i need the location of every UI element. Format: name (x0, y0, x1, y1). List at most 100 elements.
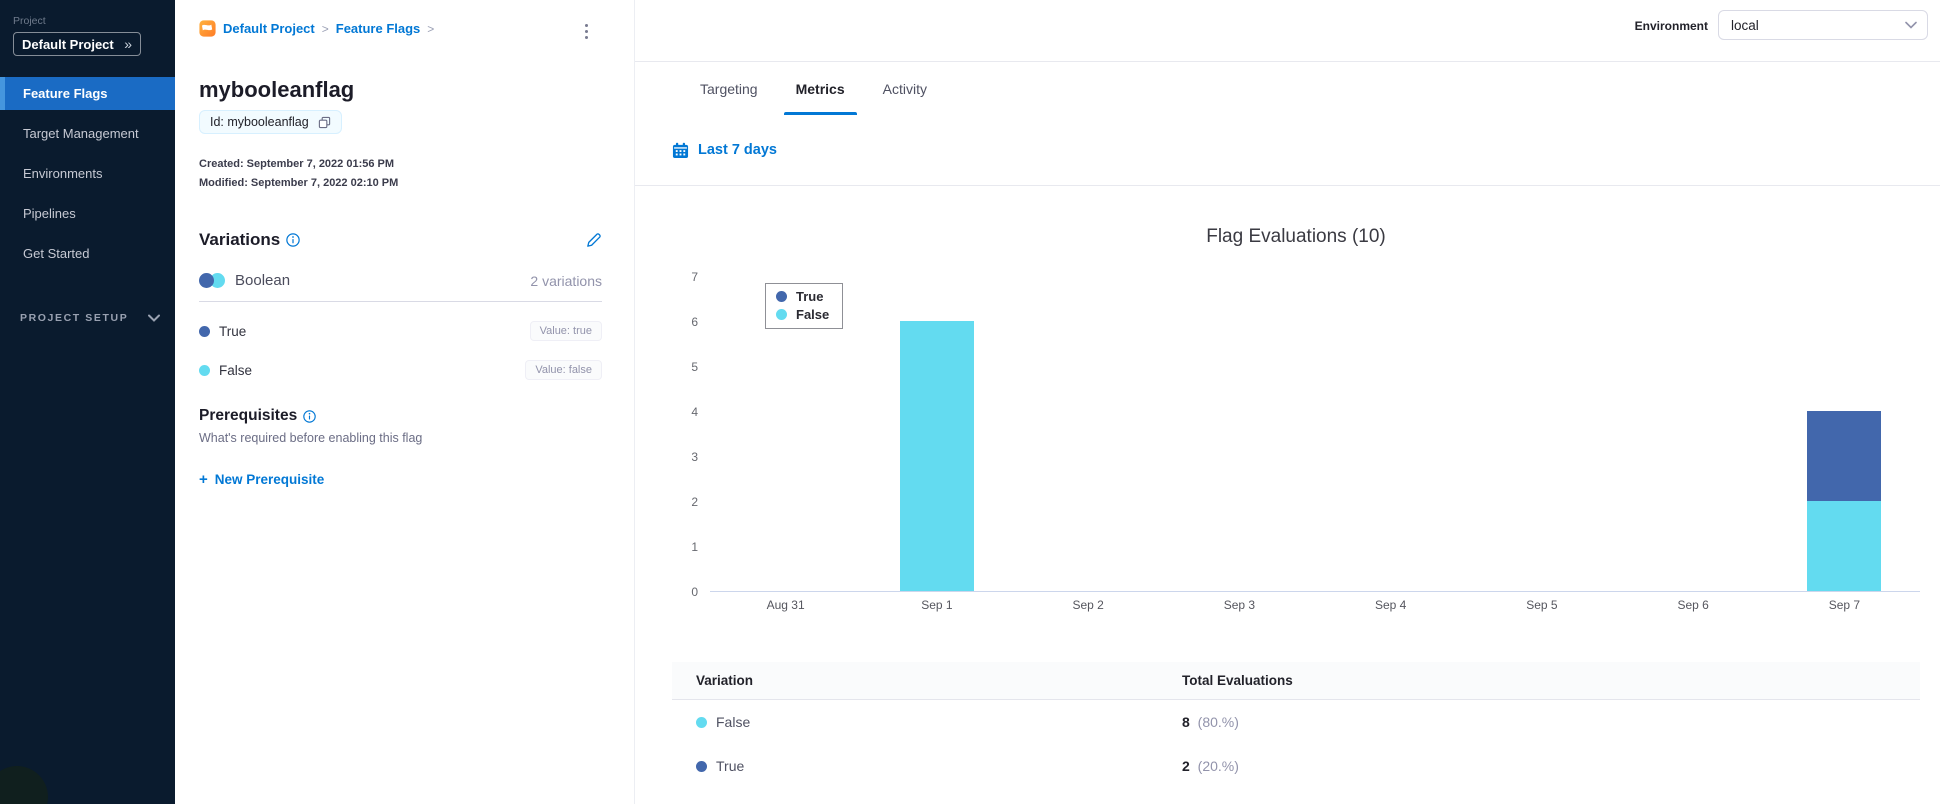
expand-project-icon: » (124, 36, 132, 52)
x-tick-label: Sep 6 (1677, 598, 1709, 612)
flag-id-text: Id: mybooleanflag (210, 115, 309, 129)
variation-color-dot (696, 716, 707, 728)
x-tick-label: Sep 3 (1223, 598, 1256, 612)
project-selector[interactable]: Default Project » (13, 32, 141, 56)
tab-targeting[interactable]: Targeting (700, 62, 758, 115)
x-tick-label: Sep 1 (921, 598, 953, 612)
chart-slot-sep-7 (1769, 277, 1920, 591)
bar-segment-false[interactable] (1807, 501, 1882, 591)
new-prerequisite-label: New Prerequisite (214, 472, 325, 487)
table-cell-variation: False (672, 714, 1182, 730)
breadcrumb-separator: > (321, 21, 329, 36)
variation-row-true: True Value: true (199, 321, 602, 341)
table-row-true: True 2 (20.%) (672, 744, 1920, 788)
copy-icon[interactable] (318, 116, 331, 129)
bar-segment-false[interactable] (899, 321, 974, 591)
sidebar-item-environments[interactable]: Environments (0, 157, 175, 190)
calendar-icon (672, 142, 689, 158)
x-tick-label: Sep 4 (1374, 598, 1407, 612)
prerequisites-subtitle: What's required before enabling this fla… (199, 431, 423, 445)
chart-title: Flag Evaluations (10) (1206, 226, 1386, 247)
chart-legend: True False (765, 283, 844, 329)
date-range-button[interactable]: Last 7 days (672, 142, 777, 159)
table-body: False 8 (80.%) True 2 (20.%) (672, 700, 1920, 788)
legend-item-true: True (776, 289, 829, 304)
help-beacon[interactable] (0, 766, 48, 804)
tab-metrics[interactable]: Metrics (783, 62, 857, 115)
variation-value-chip: Value: true (529, 321, 602, 341)
project-selector-value: Default Project (22, 36, 114, 52)
main-header: Environment local (635, 0, 1940, 62)
variations-heading: Variations (199, 230, 281, 249)
variation-type-label: Boolean (235, 272, 291, 289)
stacked-bar-sep-7 (1807, 411, 1882, 591)
tab-bar: Targeting Metrics Activity (635, 62, 1940, 115)
flag-title: mybooleanflag (199, 77, 355, 102)
table-row-false: False 8 (80.%) (672, 700, 1920, 744)
legend-color-dot (776, 291, 787, 302)
project-setup-label: PROJECT SETUP (20, 312, 129, 324)
date-range-row: Last 7 days (635, 115, 1940, 186)
table-header-variation: Variation (696, 673, 754, 688)
table-header-row: Variation Total Evaluations (672, 662, 1920, 700)
main-content: Environment local Targeting Metrics Activi… (635, 0, 1940, 804)
bar-segment-true[interactable] (1807, 411, 1882, 501)
boolean-type-icon (199, 273, 225, 288)
variation-list: True Value: true False Value: false (199, 321, 602, 380)
pencil-icon (587, 232, 601, 247)
info-icon[interactable] (303, 409, 316, 423)
flag-id-chip: Id: mybooleanflag (199, 110, 342, 134)
x-tick-label: Sep 5 (1526, 598, 1558, 612)
variation-count: 2 variations (530, 272, 602, 289)
environment-label: Environment (1634, 19, 1708, 33)
chart-slot-sep-1 (861, 277, 1012, 591)
project-label: Project (13, 15, 46, 27)
variation-row-false: False Value: false (199, 360, 602, 380)
app-window: Project Default Project » Feature Flags T… (0, 0, 1940, 804)
stacked-bar-sep-1 (899, 321, 974, 591)
sidebar-item-pipelines[interactable]: Pipelines (0, 197, 175, 230)
edit-variations-button[interactable] (585, 232, 602, 249)
modified-date: Modified: September 7, 2022 02:10 PM (199, 177, 399, 189)
y-tick-label: 0 (691, 585, 698, 599)
info-icon[interactable] (286, 233, 301, 247)
sidebar-item-feature-flags[interactable]: Feature Flags (0, 77, 175, 110)
date-range-label: Last 7 days (698, 142, 777, 158)
feature-flags-logo-icon (199, 20, 216, 37)
environment-value: local (1731, 17, 1759, 33)
x-tick-label: Aug 31 (766, 598, 805, 612)
flag-evaluations-chart: Flag Evaluations (10) 0 1 2 3 4 5 6 7 True False… (672, 226, 1920, 612)
new-prerequisite-button[interactable]: + New Prerequisite (199, 471, 324, 488)
variation-color-dot (199, 325, 210, 337)
variation-name: False (716, 714, 751, 730)
chevron-down-icon (1905, 21, 1917, 29)
y-tick-label: 4 (691, 405, 698, 419)
sidebar-item-get-started[interactable]: Get Started (0, 237, 175, 270)
y-axis: 0 1 2 3 4 5 6 7 (672, 270, 698, 599)
y-tick-label: 5 (691, 360, 698, 374)
plot: True False (710, 277, 1920, 592)
project-setup-toggle[interactable]: PROJECT SETUP (20, 312, 175, 324)
more-options-button[interactable] (579, 20, 594, 43)
evaluation-count: 2 (1182, 758, 1190, 774)
sidebar: Project Default Project » Feature Flags T… (0, 0, 175, 804)
breadcrumb-link-feature-flags[interactable]: Feature Flags (336, 21, 421, 36)
variations-heading-row: Variations (199, 230, 602, 250)
chart-slot-sep-5 (1466, 277, 1617, 591)
plus-icon: + (199, 471, 208, 488)
environment-picker: Environment local (1635, 10, 1928, 40)
breadcrumb-link-default-project[interactable]: Default Project (223, 21, 315, 36)
y-tick-label: 2 (691, 495, 698, 509)
environment-select[interactable]: local (1718, 10, 1928, 40)
chevron-down-icon (148, 314, 161, 322)
legend-label: True (796, 289, 824, 304)
sidebar-item-target-management[interactable]: Target Management (0, 117, 175, 150)
variation-value-chip: Value: false (525, 360, 602, 380)
y-tick-label: 3 (691, 450, 698, 464)
chart-plot-area: 0 1 2 3 4 5 6 7 True False (672, 270, 1920, 599)
chart-slot-sep-3 (1164, 277, 1315, 591)
tab-activity[interactable]: Activity (883, 62, 927, 115)
breadcrumb: Default Project > Feature Flags > (199, 20, 602, 37)
variation-name: False (219, 362, 253, 378)
y-tick-label: 6 (691, 315, 698, 329)
